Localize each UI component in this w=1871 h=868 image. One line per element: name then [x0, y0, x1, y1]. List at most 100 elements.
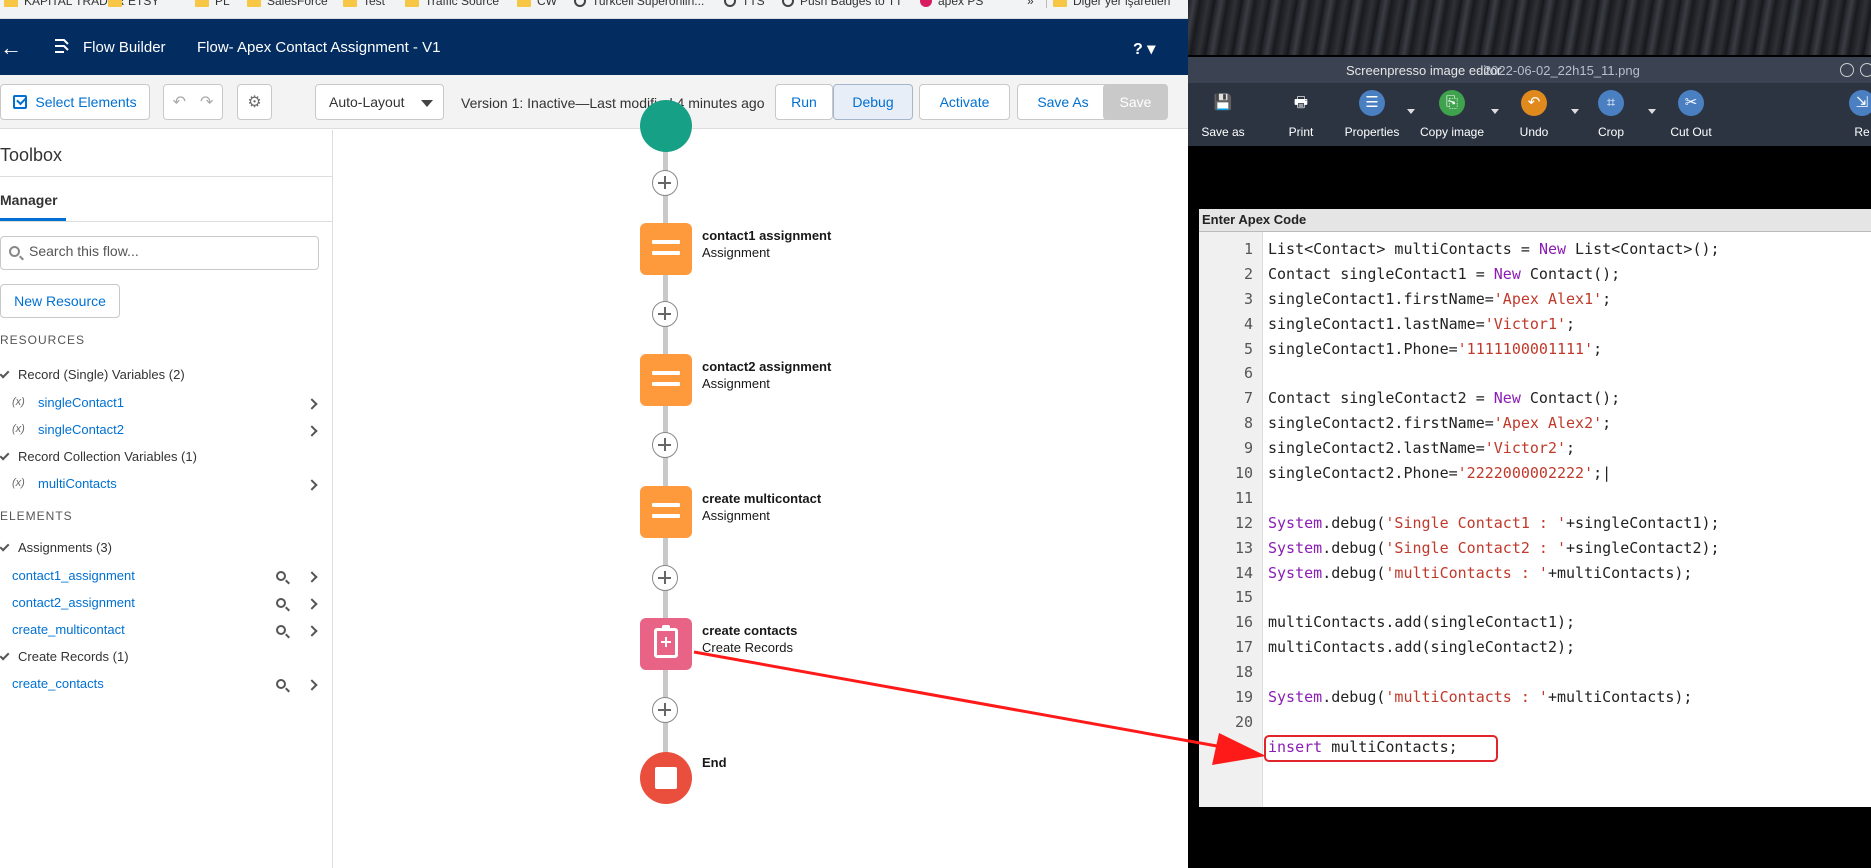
save-as-tool[interactable]: 💾 Save as — [1188, 83, 1258, 146]
chevron-right-icon[interactable] — [306, 571, 318, 583]
add-element-button[interactable] — [652, 170, 678, 196]
chevron-right-icon[interactable] — [306, 625, 318, 637]
bookmark-salesforce[interactable]: SalesForce — [247, 0, 328, 8]
code-line[interactable]: 19 System.debug('multiContacts : '+multiC… — [1199, 688, 1871, 713]
bookmark-pl[interactable]: PL — [195, 0, 230, 8]
bookmark-test[interactable]: Test — [343, 0, 385, 8]
code-line[interactable]: 10 singleContact2.Phone='2222000002222';| — [1199, 464, 1871, 489]
code-editor[interactable]: 1 List<Contact> multiContacts = New List<… — [1199, 240, 1871, 763]
chevron-down-icon — [0, 368, 10, 379]
create-records-category[interactable]: Create Records (1) — [0, 649, 129, 664]
code-line[interactable]: 6 — [1199, 364, 1871, 389]
redo-icon[interactable]: ↷ — [200, 92, 213, 112]
end-node[interactable] — [640, 752, 692, 804]
tab-manager[interactable]: Manager — [0, 192, 58, 208]
bookmark-turkcell[interactable]: Turkcell Superonlin... — [574, 0, 704, 8]
code-line[interactable]: 4 singleContact1.lastName='Victor1'; — [1199, 315, 1871, 340]
bookmark-apex-ps[interactable]: apex PS — [920, 0, 983, 8]
code-line[interactable]: 11 — [1199, 489, 1871, 514]
code-line[interactable]: 1 List<Contact> multiContacts = New List<… — [1199, 240, 1871, 265]
search-icon[interactable] — [276, 571, 286, 581]
search-icon[interactable] — [276, 598, 286, 608]
code-line[interactable]: 18 — [1199, 663, 1871, 688]
start-node[interactable] — [640, 100, 692, 152]
bookmark-etsy[interactable]: ETSY — [108, 0, 159, 8]
bookmark-cw[interactable]: CW — [517, 0, 557, 8]
code-line[interactable]: 8 singleContact2.firstName='Apex Alex2'; — [1199, 414, 1871, 439]
add-element-button[interactable] — [652, 565, 678, 591]
code-line[interactable]: 14 System.debug('multiContacts : '+multiC… — [1199, 564, 1871, 589]
code-token: ; — [1566, 439, 1576, 458]
help-menu-button[interactable]: ? ▾ — [1133, 39, 1155, 59]
chevron-right-icon[interactable] — [306, 598, 318, 610]
assignment-node[interactable] — [640, 223, 692, 275]
resource-item[interactable]: (x) singleContact1 — [0, 395, 333, 415]
element-item[interactable]: create_contacts — [0, 676, 333, 696]
code-line[interactable]: 7 Contact singleContact2 = New Contact(); — [1199, 389, 1871, 414]
element-item[interactable]: create_multicontact — [0, 622, 333, 642]
code-line[interactable]: 15 — [1199, 588, 1871, 613]
add-element-button[interactable] — [652, 697, 678, 723]
run-button[interactable]: Run — [775, 84, 833, 120]
save-button[interactable]: Save — [1103, 84, 1168, 120]
chevron-right-icon[interactable] — [306, 398, 318, 410]
chevron-down-icon[interactable] — [1648, 109, 1656, 114]
undo-icon[interactable]: ↶ — [173, 92, 186, 112]
code-token: singleContact1.Phone= — [1268, 339, 1458, 358]
code-line[interactable]: 17 multiContacts.add(singleContact2); — [1199, 638, 1871, 663]
chevron-down-icon[interactable] — [1407, 109, 1415, 114]
element-item[interactable]: contact2_assignment — [0, 595, 333, 615]
undo-tool[interactable]: ↶ Undo — [1499, 83, 1579, 146]
record-collection-category[interactable]: Record Collection Variables (1) — [0, 449, 197, 464]
copy-image-tool[interactable]: ⎘ Copy image — [1417, 83, 1499, 146]
chevron-right-icon[interactable] — [306, 425, 318, 437]
search-icon[interactable] — [276, 679, 286, 689]
resource-item[interactable]: (x) multiContacts — [0, 476, 333, 496]
bookmark-tts[interactable]: TTS — [724, 0, 765, 8]
code-line[interactable]: 12 System.debug('Single Contact1 : '+sing… — [1199, 514, 1871, 539]
resource-item[interactable]: (x) singleContact2 — [0, 422, 333, 442]
code-line[interactable]: 5 singleContact1.Phone='1111100001111'; — [1199, 340, 1871, 365]
forward-circle-icon[interactable] — [1860, 63, 1871, 77]
debug-button[interactable]: Debug — [833, 84, 913, 120]
bookmark-kapital-trader[interactable]: KAPITAL TRADER — [4, 0, 124, 8]
back-circle-icon[interactable] — [1840, 63, 1854, 77]
add-element-button[interactable] — [652, 432, 678, 458]
properties-tool[interactable]: ☰ Properties — [1337, 83, 1415, 146]
print-tool[interactable]: 🖶 Print — [1266, 83, 1336, 146]
bookmark-push-badges[interactable]: Push Badges to TT — [782, 0, 903, 8]
activate-button[interactable]: Activate — [919, 84, 1010, 120]
settings-button[interactable]: ⚙ — [237, 84, 272, 120]
back-arrow-icon[interactable]: ← — [0, 35, 22, 61]
assignment-node[interactable] — [640, 486, 692, 538]
new-resource-button[interactable]: New Resource — [0, 284, 120, 318]
select-elements-button[interactable]: Select Elements — [0, 84, 150, 120]
assignments-category[interactable]: Assignments (3) — [0, 540, 112, 555]
chevron-right-icon[interactable] — [306, 479, 318, 491]
chevron-down-icon[interactable] — [1491, 109, 1499, 114]
add-element-button[interactable] — [652, 301, 678, 327]
code-line[interactable]: 13 System.debug('Single Contact2 : '+sing… — [1199, 539, 1871, 564]
resize-tool[interactable]: ⇲ Re — [1827, 83, 1871, 146]
assignment-node[interactable] — [640, 354, 692, 406]
layout-dropdown[interactable]: Auto-Layout — [315, 84, 444, 120]
cut-out-tool[interactable]: ✂ Cut Out — [1656, 83, 1726, 146]
bookmarks-overflow[interactable]: » — [1027, 0, 1034, 8]
code-line[interactable]: 16 multiContacts.add(singleContact1); — [1199, 613, 1871, 638]
code-line[interactable]: 9 singleContact2.lastName='Victor2'; — [1199, 439, 1871, 464]
code-string: 'Single Contact2 : ' — [1385, 538, 1567, 557]
bookmark-other[interactable]: Diğer yer işaretleri — [1046, 0, 1170, 8]
element-item[interactable]: contact1_assignment — [0, 568, 333, 588]
create-records-node[interactable] — [640, 618, 692, 670]
flow-canvas[interactable]: contact1 assignment Assignment contact2 a… — [334, 100, 1188, 868]
search-input[interactable] — [29, 243, 309, 259]
bookmark-traffic-source[interactable]: Traffic Source — [405, 0, 499, 8]
line-number: 10 — [1234, 464, 1253, 483]
chevron-right-icon[interactable] — [306, 679, 318, 691]
record-single-category[interactable]: Record (Single) Variables (2) — [0, 367, 185, 382]
crop-tool[interactable]: ⌗ Crop — [1576, 83, 1656, 146]
search-icon[interactable] — [276, 625, 286, 635]
save-as-button[interactable]: Save As — [1017, 84, 1109, 120]
code-line[interactable]: 3 singleContact1.firstName='Apex Alex1'; — [1199, 290, 1871, 315]
code-line[interactable]: 2 Contact singleContact1 = New Contact(); — [1199, 265, 1871, 290]
